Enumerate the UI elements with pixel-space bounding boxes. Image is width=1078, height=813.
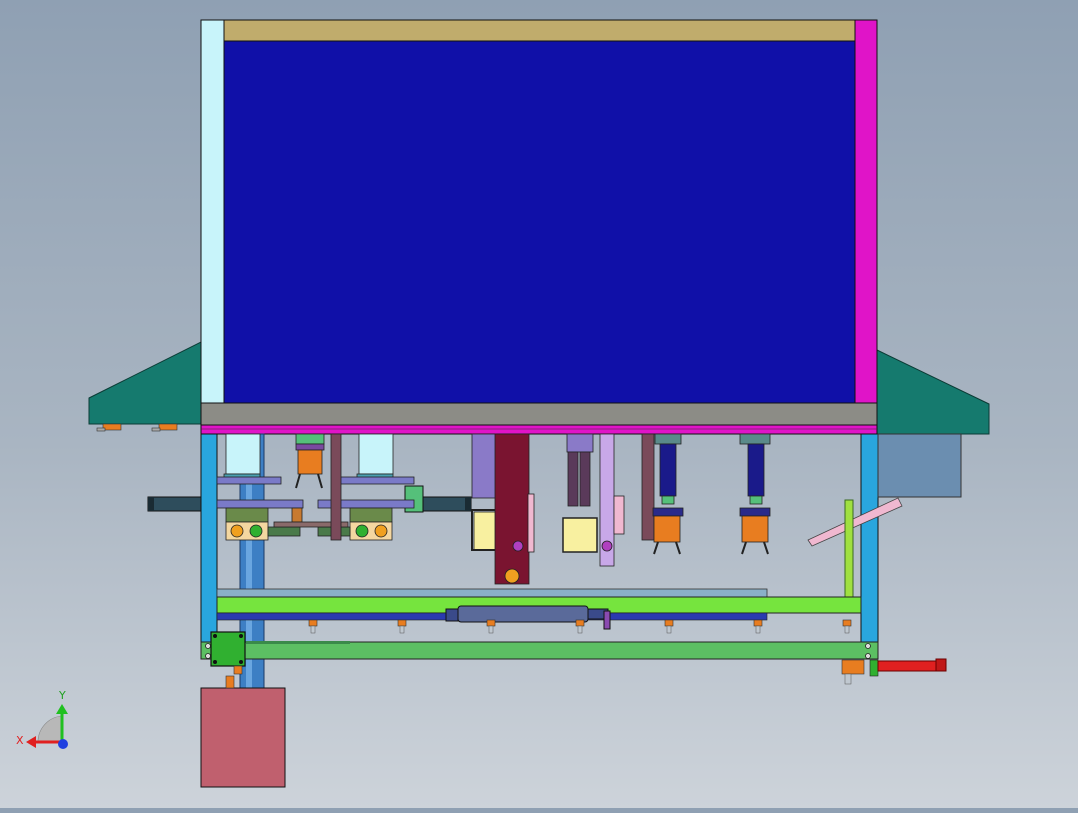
mid-side-cylinder — [404, 485, 472, 513]
left-cyan-post — [200, 19, 225, 404]
right-hood — [876, 349, 990, 435]
hood-feet — [96, 423, 178, 432]
red-cylinder — [841, 658, 947, 685]
right-gripper-2 — [739, 433, 771, 555]
left-hood — [88, 341, 202, 425]
y-axis-label: Y — [58, 689, 66, 702]
left-frame-leg — [200, 433, 218, 645]
horizontal-cylinder — [445, 605, 611, 630]
magenta-sub-plate — [200, 424, 878, 435]
green-vertical-rod — [844, 499, 854, 599]
pink-base-block — [200, 687, 286, 788]
right-blue-panel — [877, 433, 962, 498]
right-frame-leg — [860, 433, 879, 645]
blue-enclosure-panel — [223, 40, 856, 404]
left-side-cylinder — [147, 496, 202, 512]
right-magenta-post — [854, 19, 878, 404]
gray-base-plate — [200, 402, 878, 426]
center-unit-2 — [562, 433, 655, 567]
axis-triad: Y X — [16, 689, 68, 749]
x-axis-label: X — [16, 734, 24, 747]
steel-rail — [216, 588, 768, 598]
machine-assembly-drawing: Y X — [16, 19, 990, 788]
center-unit-1 — [471, 433, 535, 585]
rail-bolts — [308, 619, 852, 627]
pink-slanted-arm — [807, 497, 903, 547]
cad-viewport[interactable]: Y X — [0, 0, 1078, 808]
green-motor-box — [210, 631, 246, 675]
top-khaki-beam — [223, 19, 856, 42]
rail-bolt-stems — [310, 625, 850, 634]
right-gripper-1 — [652, 433, 684, 555]
bottom-frame-beam — [200, 641, 879, 660]
